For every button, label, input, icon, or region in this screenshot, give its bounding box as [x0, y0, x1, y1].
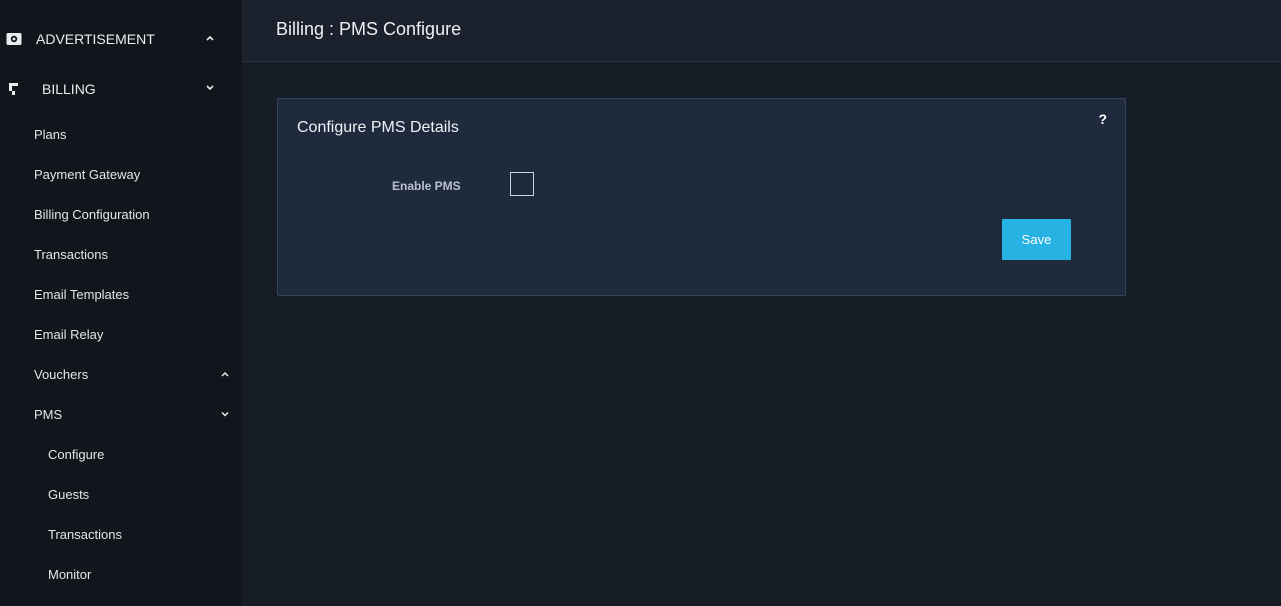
page-title: Billing : PMS Configure	[276, 19, 462, 39]
sidebar: ADVERTISEMENT BILLING Plans Payment Gate…	[0, 0, 242, 606]
sidebar-item-pms-monitor[interactable]: Monitor	[0, 555, 242, 595]
sidebar-item-label: Plans	[34, 127, 67, 142]
billing-icon	[6, 82, 22, 96]
sidebar-item-plans[interactable]: Plans	[0, 115, 242, 155]
sidebar-item-email-relay[interactable]: Email Relay	[0, 315, 242, 355]
eye-card-icon	[6, 32, 22, 46]
sidebar-item-payment-gateway[interactable]: Payment Gateway	[0, 155, 242, 195]
sidebar-item-label: Configure	[48, 447, 105, 462]
chevron-down-icon	[204, 82, 216, 94]
sidebar-item-transactions[interactable]: Transactions	[0, 235, 242, 275]
sidebar-group-label: ADVERTISEMENT	[36, 31, 155, 47]
sidebar-item-label: Monitor	[48, 567, 92, 582]
sidebar-item-pms[interactable]: PMS	[0, 395, 242, 435]
sidebar-item-billing-configuration[interactable]: Billing Configuration	[0, 195, 242, 235]
sidebar-group-label: BILLING	[42, 81, 96, 97]
enable-pms-checkbox[interactable]	[510, 172, 534, 196]
sidebar-item-label: Email Relay	[34, 327, 104, 342]
sidebar-item-pms-transactions[interactable]: Transactions	[0, 515, 242, 555]
chevron-down-icon	[220, 409, 230, 419]
sidebar-item-label: Guests	[48, 487, 90, 502]
chevron-up-icon	[204, 32, 216, 44]
configure-pms-card: Configure PMS Details ? Enable PMS Save	[277, 98, 1126, 296]
enable-pms-label: Enable PMS	[392, 179, 461, 193]
app: ADVERTISEMENT BILLING Plans Payment Gate…	[0, 0, 1281, 606]
sidebar-item-label: Transactions	[34, 247, 108, 262]
chevron-up-icon	[220, 369, 230, 379]
sidebar-item-pms-configure[interactable]: Configure	[0, 435, 242, 475]
sidebar-item-label: Transactions	[48, 527, 122, 542]
sidebar-group-advertisement[interactable]: ADVERTISEMENT	[0, 19, 242, 59]
sidebar-group-billing[interactable]: BILLING	[0, 69, 242, 109]
help-icon[interactable]: ?	[1098, 111, 1107, 127]
sidebar-item-label: Billing Configuration	[34, 207, 150, 222]
card-title: Configure PMS Details	[297, 119, 459, 136]
sidebar-item-label: Email Templates	[34, 287, 130, 302]
sidebar-item-email-templates[interactable]: Email Templates	[0, 275, 242, 315]
sidebar-item-label: Vouchers	[34, 367, 89, 382]
sidebar-item-pms-guests[interactable]: Guests	[0, 475, 242, 515]
sidebar-item-label: PMS	[34, 407, 63, 422]
sidebar-item-vouchers[interactable]: Vouchers	[0, 355, 242, 395]
sidebar-item-label: Payment Gateway	[34, 167, 141, 182]
save-button[interactable]: Save	[1002, 219, 1071, 260]
page-header: Billing : PMS Configure	[242, 0, 1281, 62]
